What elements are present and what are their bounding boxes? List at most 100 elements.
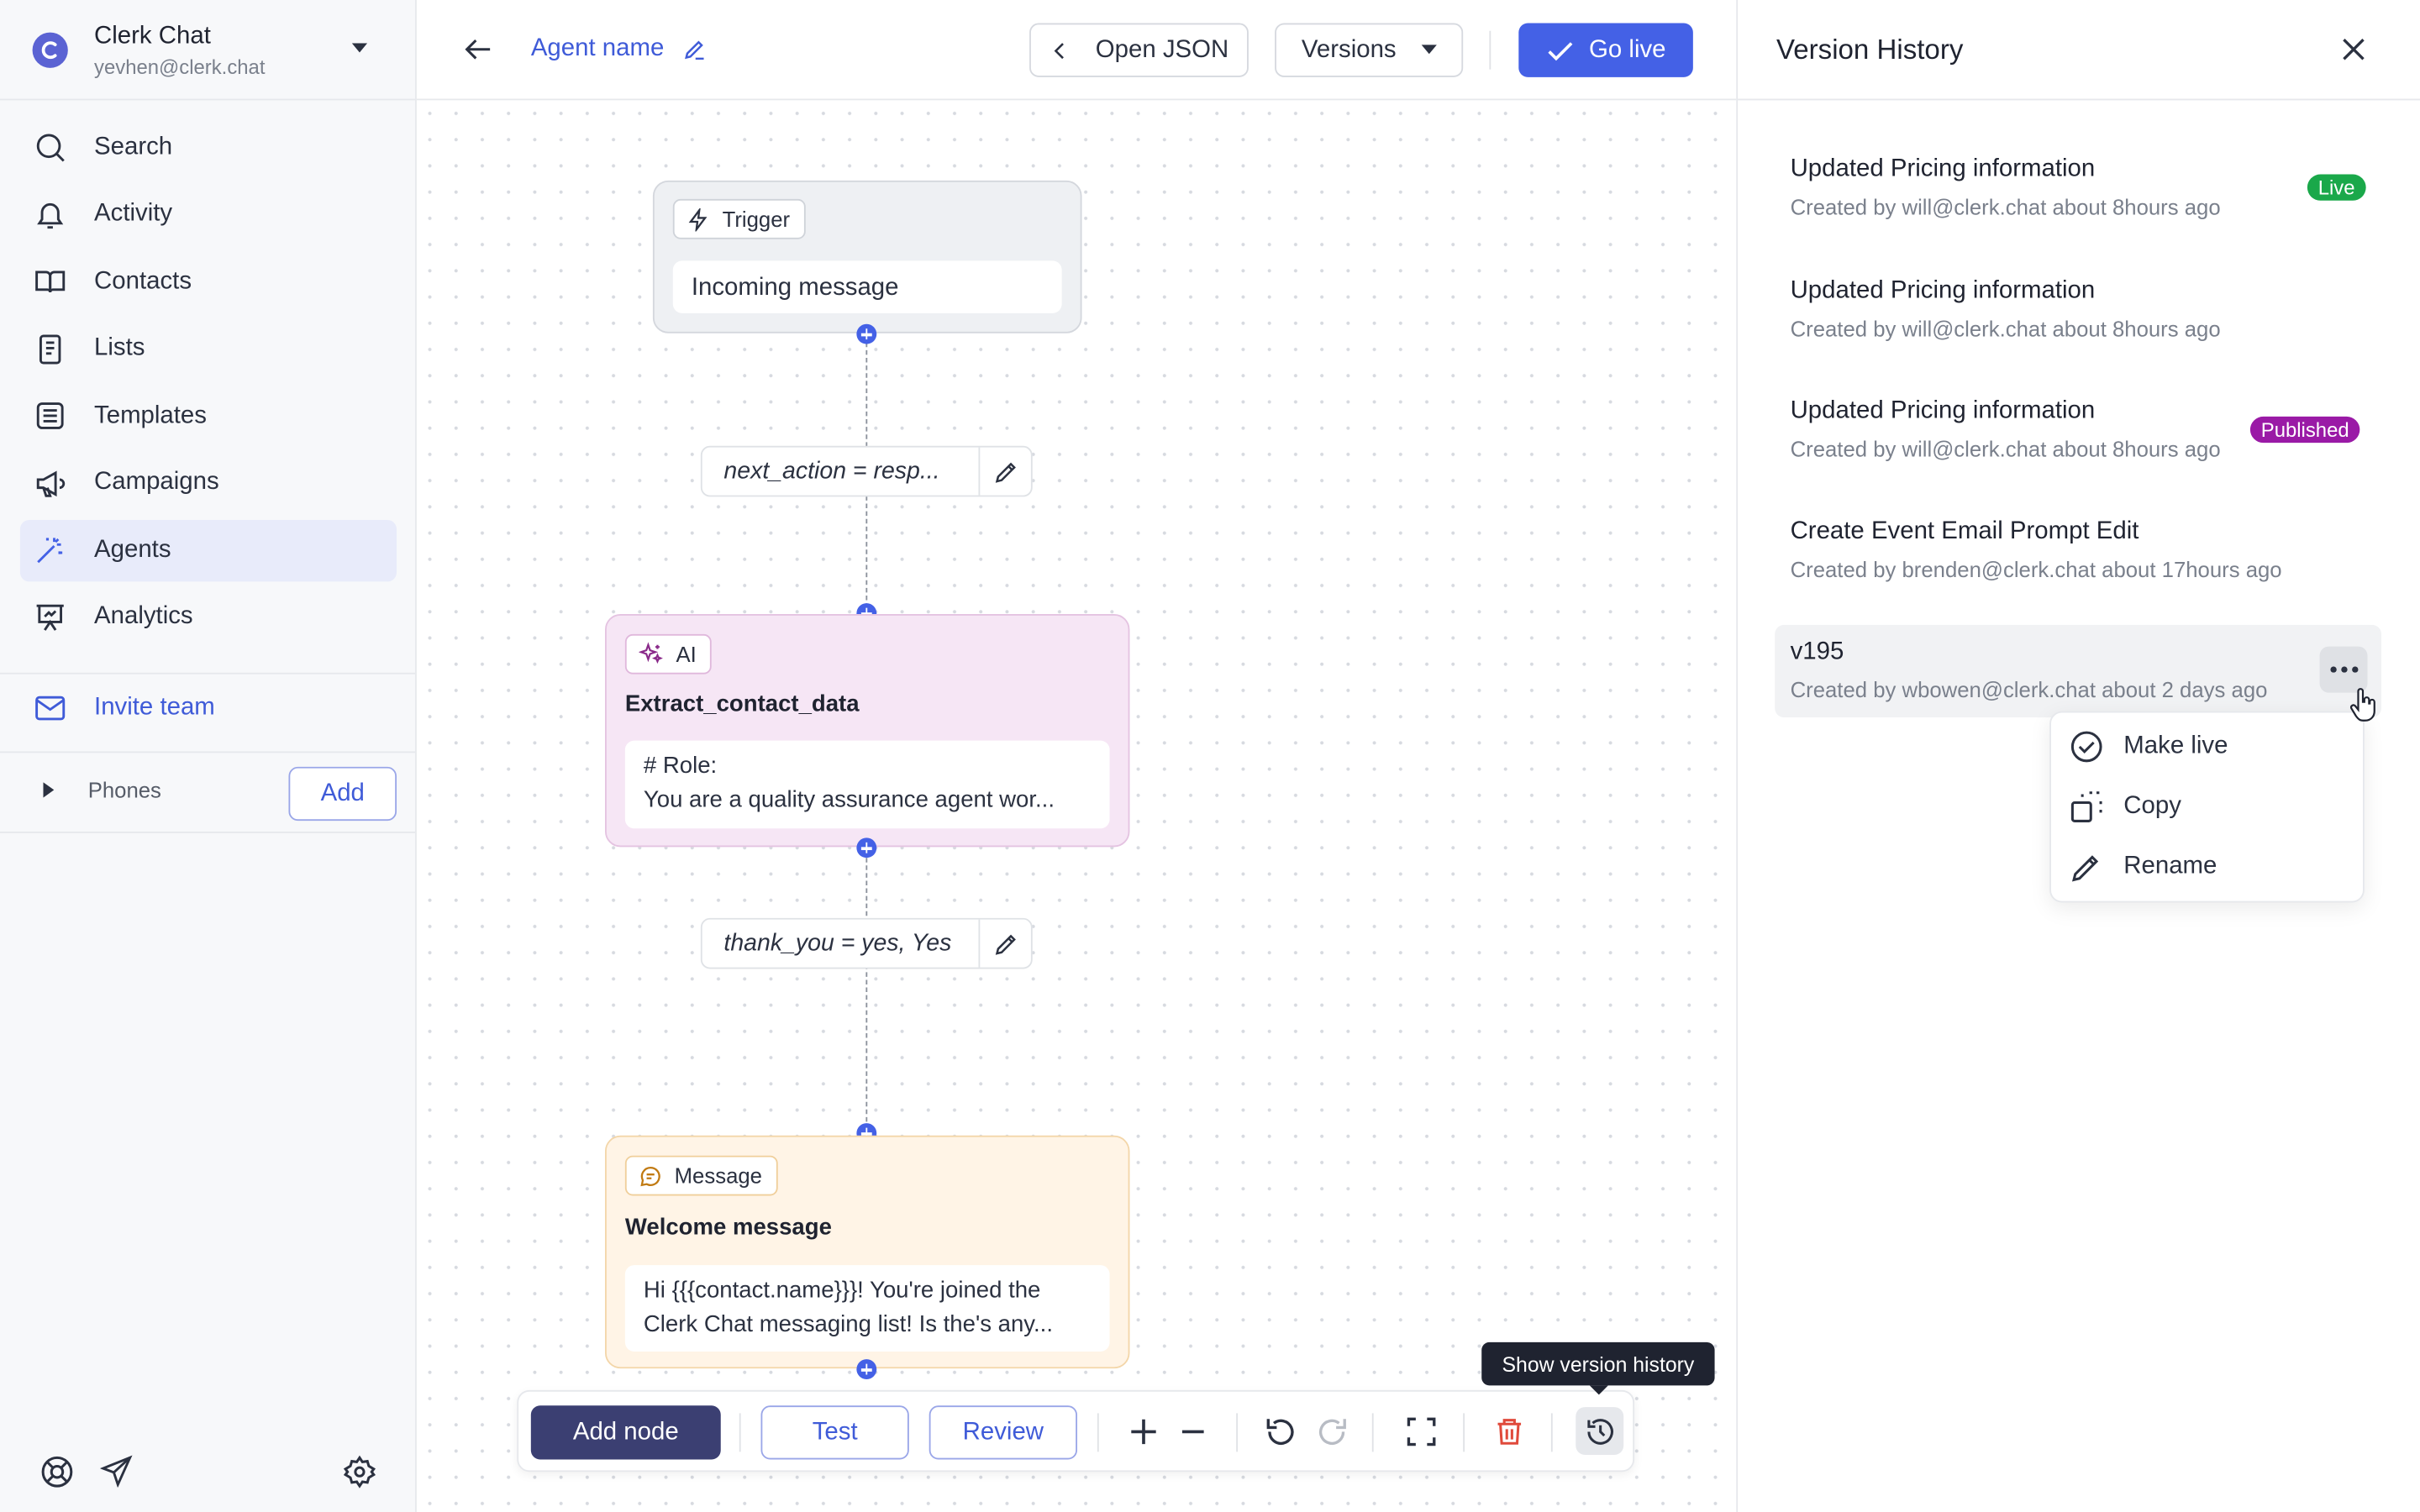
menu-item-copy[interactable]: Copy: [2070, 784, 2181, 830]
version-meta: Created by will@clerk.chat about 8hours …: [1790, 194, 2221, 219]
test-button[interactable]: Test: [760, 1405, 909, 1460]
nav-item-lists[interactable]: Lists: [20, 318, 397, 380]
clerk-chat-logo: [32, 32, 68, 68]
message-line: Clerk Chat messaging list! Is the's any.…: [643, 1311, 1054, 1338]
menu-item-make-live[interactable]: Make live: [2070, 723, 2228, 769]
trigger-node[interactable]: Trigger Incoming message: [652, 180, 1082, 333]
prompt-line: You are a quality assurance agent wor...: [643, 786, 1055, 813]
template-icon: [36, 402, 64, 430]
nav-label: Agents: [94, 536, 171, 563]
delete-trash-icon[interactable]: [1494, 1413, 1525, 1450]
divider: [1371, 1413, 1374, 1452]
nav-item-analytics[interactable]: Analytics: [20, 587, 397, 648]
version-meta: Created by will@clerk.chat about 8hours …: [1790, 436, 2221, 462]
undo-icon[interactable]: [1264, 1413, 1297, 1450]
settings-gear-icon[interactable]: [343, 1455, 376, 1488]
message-preview[interactable]: Hi {{{contact.name}}}! You're joined the…: [624, 1265, 1110, 1352]
divider: [1236, 1413, 1239, 1452]
add-step-plus-icon[interactable]: [856, 1359, 877, 1380]
message-node[interactable]: Message Welcome message Hi {{{contact.na…: [604, 1135, 1130, 1369]
edit-condition-pencil-icon[interactable]: [978, 919, 1032, 968]
version-history-button[interactable]: [1576, 1407, 1624, 1456]
zoom-out-minus-icon[interactable]: [1179, 1413, 1207, 1450]
ai-node[interactable]: AI Extract_contact_data # Role: You are …: [604, 614, 1130, 848]
divider: [1489, 30, 1491, 70]
trigger-value[interactable]: Incoming message: [672, 260, 1062, 313]
pencil-icon: [2071, 855, 2099, 882]
ai-prompt-preview[interactable]: # Role: You are a quality assurance agen…: [624, 740, 1110, 829]
add-node-button[interactable]: Add node: [530, 1405, 721, 1460]
version-item-selected[interactable]: v195 Created by wbowen@clerk.chat about …: [1775, 624, 2382, 718]
nav-item-agents[interactable]: Agents: [19, 519, 397, 581]
help-lifebuoy-icon[interactable]: [40, 1455, 74, 1488]
condition-label: thank_you = yes, Yes: [723, 930, 952, 957]
nav-label: Templates: [94, 402, 207, 429]
menu-item-label: Rename: [2123, 853, 2217, 879]
agent-name-title[interactable]: Agent name: [531, 35, 708, 63]
version-name: Updated Pricing information: [1790, 155, 2096, 182]
nav-label: Search: [94, 134, 173, 160]
bell-icon: [37, 202, 64, 228]
version-item[interactable]: Updated Pricing information Created by w…: [1775, 264, 2381, 356]
version-name: Create Event Email Prompt Edit: [1790, 518, 2139, 545]
version-meta: Created by brenden@clerk.chat about 17ho…: [1790, 557, 2282, 582]
message-node-title: Welcome message: [624, 1214, 832, 1241]
divider: [0, 751, 416, 753]
org-switcher[interactable]: Clerk Chat yevhen@clerk.chat: [0, 0, 416, 101]
sidebar: Clerk Chat yevhen@clerk.chat Search Acti…: [0, 0, 417, 1512]
nav-item-contacts[interactable]: Contacts: [20, 251, 397, 312]
ai-badge: AI: [624, 633, 713, 675]
published-badge: Published: [2249, 416, 2360, 444]
add-step-plus-icon[interactable]: [856, 323, 877, 344]
add-phone-button[interactable]: Add: [288, 766, 397, 822]
presentation-chart-icon: [36, 604, 64, 631]
invite-team-link[interactable]: Invite team: [34, 694, 215, 722]
version-context-menu: Make live Copy Rename: [2049, 711, 2365, 903]
nav-item-templates[interactable]: Templates: [20, 386, 397, 447]
nav-label: Contacts: [94, 268, 192, 295]
go-live-label: Go live: [1589, 36, 1666, 63]
fit-view-expand-icon[interactable]: [1404, 1413, 1438, 1450]
condition-edge[interactable]: next_action = resp...: [700, 445, 1033, 497]
edit-condition-pencil-icon[interactable]: [978, 447, 1032, 496]
redo-icon[interactable]: [1315, 1413, 1349, 1450]
book-icon: [35, 270, 66, 293]
version-name: Updated Pricing information: [1790, 277, 2096, 304]
open-json-label: Open JSON: [1095, 36, 1229, 63]
condition-label: next_action = resp...: [723, 458, 940, 485]
version-meta: Created by will@clerk.chat about 8hours …: [1790, 316, 2221, 341]
invite-team-label: Invite team: [94, 694, 215, 721]
chevron-left-icon: [1054, 42, 1064, 59]
pencil-icon[interactable]: [682, 37, 707, 61]
menu-item-rename[interactable]: Rename: [2070, 844, 2217, 890]
version-item[interactable]: Updated Pricing information Created by w…: [1775, 384, 2381, 476]
chat-bubble-icon: [640, 1166, 660, 1186]
close-icon[interactable]: [2339, 35, 2367, 63]
zoom-in-plus-icon[interactable]: [1128, 1413, 1160, 1450]
back-arrow-icon[interactable]: [463, 34, 494, 65]
nav-item-activity[interactable]: Activity: [20, 184, 397, 245]
nav-label: Activity: [94, 201, 173, 228]
open-json-button[interactable]: Open JSON: [1029, 23, 1249, 77]
list-document-icon: [39, 334, 61, 365]
phones-section-toggle[interactable]: Phones: [43, 778, 161, 802]
live-badge: Live: [2307, 174, 2366, 201]
review-button[interactable]: Review: [929, 1405, 1078, 1460]
check-icon: [1547, 41, 1572, 60]
nav-label: Analytics: [94, 603, 193, 630]
more-options-button[interactable]: [2319, 646, 2368, 693]
magic-wand-icon: [37, 538, 63, 564]
caret-down-icon[interactable]: [351, 43, 368, 54]
version-item[interactable]: Create Event Email Prompt Edit Created b…: [1775, 505, 2381, 597]
go-live-button[interactable]: Go live: [1518, 23, 1693, 77]
add-step-plus-icon[interactable]: [856, 837, 877, 858]
versions-label: Versions: [1301, 36, 1397, 63]
nav-item-campaigns[interactable]: Campaigns: [20, 453, 397, 514]
nav-item-search[interactable]: Search: [20, 118, 397, 179]
versions-dropdown[interactable]: Versions: [1275, 23, 1464, 77]
condition-edge[interactable]: thank_you = yes, Yes: [700, 917, 1033, 969]
version-item[interactable]: Updated Pricing information Created by w…: [1775, 142, 2381, 234]
main-nav: Search Activity Contacts Lists Templates…: [19, 118, 397, 654]
send-icon[interactable]: [100, 1455, 133, 1488]
copy-icon: [2070, 791, 2102, 822]
